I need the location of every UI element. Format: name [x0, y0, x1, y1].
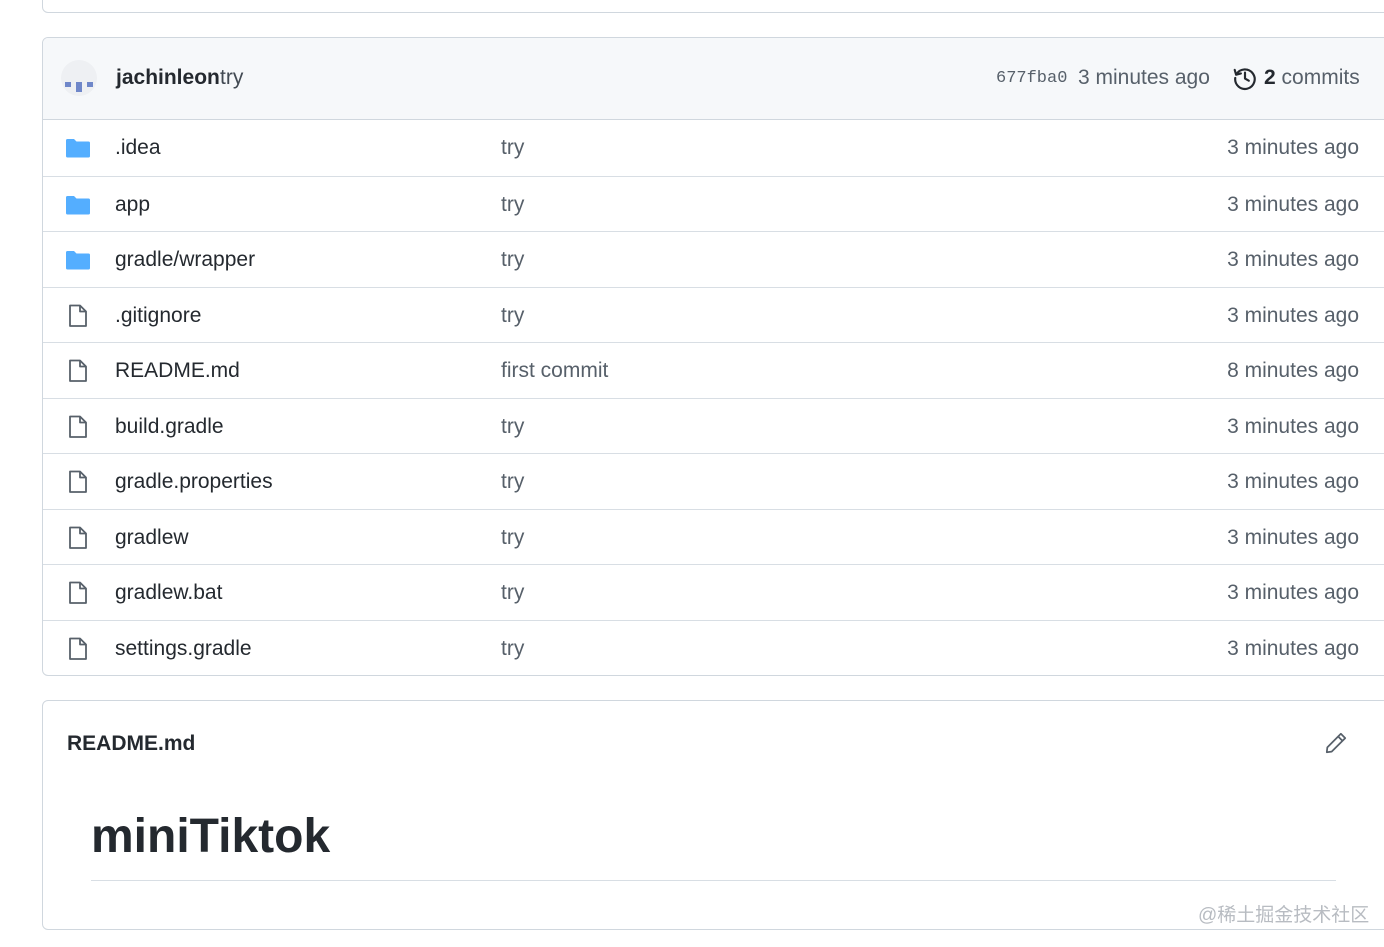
readme-divider	[91, 880, 1336, 881]
latest-commit-bar: jachinleon try 677fba0 3 minutes ago 2 c…	[43, 38, 1384, 120]
file-row[interactable]: build.gradle try 3 minutes ago	[43, 397, 1384, 454]
file-commit-age: 3 minutes ago	[1227, 303, 1359, 327]
file-browser: jachinleon try 677fba0 3 minutes ago 2 c…	[42, 37, 1384, 676]
file-commit-message-link[interactable]: try	[501, 248, 524, 272]
file-commit-age: 8 minutes ago	[1227, 359, 1359, 382]
file-commit-message-link[interactable]: first commit	[501, 359, 608, 383]
file-name-link[interactable]: gradle.properties	[115, 470, 273, 494]
file-name-link[interactable]: gradle/wrapper	[115, 248, 255, 272]
file-commit-message-link[interactable]: try	[501, 136, 524, 160]
file-commit-age: 3 minutes ago	[1227, 192, 1359, 216]
folder-icon	[66, 251, 90, 270]
file-commit-message-link[interactable]: try	[501, 193, 524, 217]
readme-panel: README.md miniTiktok	[42, 700, 1384, 930]
file-commit-message-link[interactable]: try	[501, 470, 524, 494]
file-commit-age: 3 minutes ago	[1227, 470, 1359, 493]
commit-message-link[interactable]: try	[220, 66, 243, 90]
file-commit-message-link[interactable]: try	[501, 526, 524, 550]
file-icon	[69, 637, 87, 660]
file-icon	[69, 415, 87, 438]
watermark: @稀土掘金技术社区	[1198, 905, 1370, 926]
file-row[interactable]: gradle/wrapper try 3 minutes ago	[43, 231, 1384, 287]
file-name-link[interactable]: settings.gradle	[115, 637, 252, 661]
history-icon[interactable]	[1232, 65, 1258, 91]
file-name-link[interactable]: .gitignore	[115, 304, 201, 328]
file-commit-age: 3 minutes ago	[1227, 636, 1359, 660]
file-row[interactable]: README.md first commit 8 minutes ago	[43, 342, 1384, 398]
file-row[interactable]: .gitignore try 3 minutes ago	[43, 286, 1384, 343]
file-commit-message-link[interactable]: try	[501, 581, 524, 605]
folder-icon	[66, 139, 90, 158]
pencil-edit-icon[interactable]	[1323, 730, 1349, 756]
file-row[interactable]: gradlew.bat try 3 minutes ago	[43, 564, 1384, 620]
file-icon	[69, 470, 87, 493]
folder-icon	[66, 195, 90, 214]
file-row[interactable]: .idea try 3 minutes ago	[43, 120, 1384, 176]
file-name-link[interactable]: gradlew	[115, 526, 189, 550]
file-commit-message-link[interactable]: try	[501, 415, 524, 439]
avatar[interactable]	[61, 60, 97, 96]
file-icon	[69, 304, 87, 327]
file-icon	[69, 526, 87, 549]
file-commit-age: 3 minutes ago	[1227, 525, 1359, 549]
file-name-link[interactable]: app	[115, 193, 150, 217]
file-commit-age: 3 minutes ago	[1227, 136, 1359, 159]
readme-title: README.md	[67, 732, 196, 755]
file-commit-age: 3 minutes ago	[1227, 248, 1359, 271]
file-icon	[69, 581, 87, 604]
commits-history-link[interactable]: 2 commits	[1264, 66, 1360, 90]
commit-sha-link[interactable]: 677fba0	[996, 69, 1067, 88]
commit-author-link[interactable]: jachinleon	[116, 66, 220, 90]
file-commit-message-link[interactable]: try	[501, 637, 524, 661]
file-row[interactable]: settings.gradle try 3 minutes ago	[43, 619, 1384, 676]
readme-heading: miniTiktok	[91, 810, 331, 863]
commits-label: commits	[1281, 66, 1360, 89]
file-name-link[interactable]: .idea	[115, 136, 161, 160]
file-name-link[interactable]: gradlew.bat	[115, 581, 222, 605]
file-name-link[interactable]: README.md	[115, 359, 240, 383]
file-commit-message-link[interactable]: try	[501, 304, 524, 328]
previous-panel-edge	[42, 0, 1384, 13]
commits-count: 2	[1264, 66, 1276, 89]
file-name-link[interactable]: build.gradle	[115, 415, 224, 439]
file-list: .idea try 3 minutes ago app try 3 minutes ago…	[43, 120, 1384, 675]
file-commit-age: 3 minutes ago	[1227, 581, 1359, 604]
file-row[interactable]: app try 3 minutes ago	[43, 175, 1384, 232]
file-icon	[69, 359, 87, 382]
commit-time: 3 minutes ago	[1078, 66, 1210, 89]
file-commit-age: 3 minutes ago	[1227, 414, 1359, 438]
file-row[interactable]: gradlew try 3 minutes ago	[43, 508, 1384, 565]
file-row[interactable]: gradle.properties try 3 minutes ago	[43, 453, 1384, 509]
